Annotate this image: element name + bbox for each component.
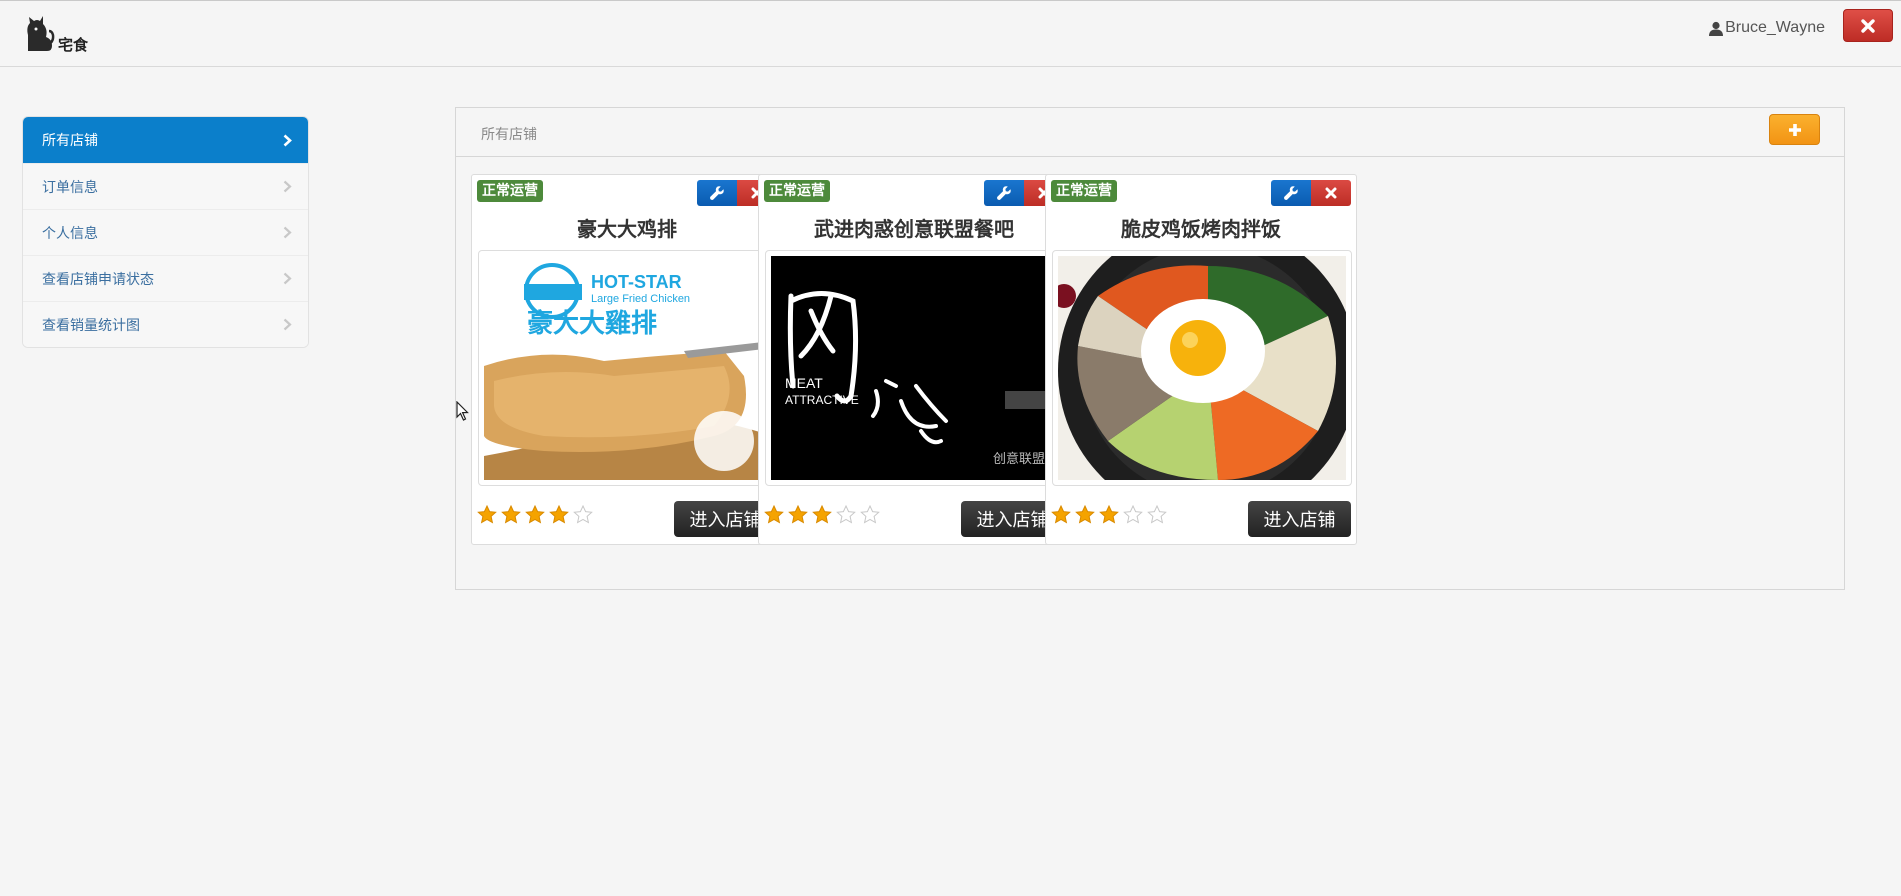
status-badge: 正常运营 bbox=[477, 180, 543, 202]
sidebar-item-label: 订单信息 bbox=[42, 179, 98, 196]
shop-name: 脆皮鸡饭烤肉拌饭 bbox=[1121, 217, 1281, 241]
star-filled-icon bbox=[812, 505, 832, 524]
rating-stars bbox=[1051, 505, 1167, 524]
star-filled-icon bbox=[1099, 505, 1119, 524]
shop-name: 豪大大鸡排 bbox=[577, 217, 677, 241]
shop-image[interactable]: MEAT ATTRACTIVE 创意联盟 bbox=[765, 250, 1065, 486]
mouse-cursor-icon bbox=[456, 401, 469, 421]
add-shop-button[interactable] bbox=[1769, 114, 1820, 145]
sidebar-item-orders[interactable]: 订单信息 bbox=[23, 163, 308, 209]
sidebar-item-label: 查看销量统计图 bbox=[42, 317, 140, 334]
shops-panel: 所有店铺 正常运营 豪大大鸡排 HOT-STAR Large Fried Chi… bbox=[455, 107, 1845, 590]
fried-chicken-image: HOT-STAR Large Fried Chicken 豪大大雞排 bbox=[484, 256, 772, 480]
logo-corner: 创意联盟 bbox=[993, 451, 1045, 467]
brand-logo[interactable]: 宅食 bbox=[22, 15, 88, 57]
star-filled-icon bbox=[1051, 505, 1071, 524]
status-badge: 正常运营 bbox=[1051, 180, 1117, 202]
logo-title: HOT-STAR bbox=[591, 272, 682, 292]
sidebar-item-profile[interactable]: 个人信息 bbox=[23, 209, 308, 255]
wrench-icon bbox=[1284, 186, 1298, 200]
logo-line1: MEAT bbox=[785, 375, 823, 391]
shop-card: 正常运营 武进肉惑创意联盟餐吧 MEAT ATTRACTIVE 创意联盟 进入店… bbox=[758, 174, 1070, 545]
chevron-right-icon bbox=[283, 180, 292, 193]
wrench-icon bbox=[997, 186, 1011, 200]
cat-logo-icon bbox=[22, 15, 56, 57]
star-filled-icon bbox=[549, 505, 569, 524]
wrench-icon bbox=[710, 186, 724, 200]
sidebar-item-label: 查看店铺申请状态 bbox=[42, 271, 154, 288]
brand-name: 宅食 bbox=[58, 36, 89, 54]
user-icon bbox=[1709, 21, 1724, 36]
shop-card: 正常运营 豪大大鸡排 HOT-STAR Large Fried Chicken … bbox=[471, 174, 783, 545]
chevron-right-icon bbox=[283, 318, 292, 331]
sidebar-nav: 所有店铺 订单信息 个人信息 查看店铺申请状态 查看销量统计图 bbox=[22, 116, 309, 348]
close-icon bbox=[1861, 18, 1875, 33]
shop-image[interactable]: HOT-STAR Large Fried Chicken 豪大大雞排 bbox=[478, 250, 778, 486]
star-filled-icon bbox=[501, 505, 521, 524]
user-menu[interactable]: Bruce_Wayne bbox=[1709, 19, 1825, 37]
shop-name: 武进肉惑创意联盟餐吧 bbox=[814, 217, 1014, 241]
star-empty-icon bbox=[860, 505, 880, 524]
username: Bruce_Wayne bbox=[1725, 19, 1825, 36]
star-empty-icon bbox=[1147, 505, 1167, 524]
star-empty-icon bbox=[836, 505, 856, 524]
edit-shop-button[interactable] bbox=[697, 180, 737, 206]
panel-header: 所有店铺 bbox=[456, 108, 1844, 157]
star-filled-icon bbox=[525, 505, 545, 524]
chevron-right-icon bbox=[283, 272, 292, 285]
chevron-right-icon bbox=[283, 134, 292, 146]
close-icon bbox=[1325, 187, 1337, 199]
star-empty-icon bbox=[573, 505, 593, 524]
logout-close-button[interactable] bbox=[1843, 9, 1893, 42]
delete-shop-button[interactable] bbox=[1311, 180, 1351, 206]
sidebar-item-application-status[interactable]: 查看店铺申请状态 bbox=[23, 255, 308, 301]
status-badge: 正常运营 bbox=[764, 180, 830, 202]
star-filled-icon bbox=[1075, 505, 1095, 524]
sidebar-item-all-shops[interactable]: 所有店铺 bbox=[23, 117, 308, 163]
shop-card: 正常运营 脆皮鸡饭烤肉拌饭 进入店铺 bbox=[1045, 174, 1357, 545]
sidebar-item-label: 个人信息 bbox=[42, 225, 98, 242]
rating-stars bbox=[764, 505, 880, 524]
star-empty-icon bbox=[1123, 505, 1143, 524]
enter-shop-button[interactable]: 进入店铺 bbox=[1248, 501, 1351, 537]
logo-subtitle: Large Fried Chicken bbox=[591, 293, 690, 305]
edit-shop-button[interactable] bbox=[1271, 180, 1311, 206]
edit-shop-button[interactable] bbox=[984, 180, 1024, 206]
bibimbap-image bbox=[1058, 256, 1346, 480]
plus-icon bbox=[1788, 123, 1801, 136]
shop-image[interactable] bbox=[1052, 250, 1352, 486]
chevron-right-icon bbox=[283, 226, 292, 239]
sidebar-item-label: 所有店铺 bbox=[42, 133, 98, 149]
star-filled-icon bbox=[788, 505, 808, 524]
panel-title: 所有店铺 bbox=[481, 127, 537, 143]
rating-stars bbox=[477, 505, 593, 524]
logo-cn: 豪大大雞排 bbox=[527, 308, 657, 339]
meat-attractive-logo-image: MEAT ATTRACTIVE 创意联盟 bbox=[771, 256, 1059, 480]
card-actions bbox=[1271, 180, 1351, 206]
star-filled-icon bbox=[764, 505, 784, 524]
sidebar-item-sales-chart[interactable]: 查看销量统计图 bbox=[23, 301, 308, 347]
top-navbar: 宅食 Bruce_Wayne bbox=[0, 0, 1901, 67]
star-filled-icon bbox=[477, 505, 497, 524]
logo-line2: ATTRACTIVE bbox=[785, 393, 859, 407]
